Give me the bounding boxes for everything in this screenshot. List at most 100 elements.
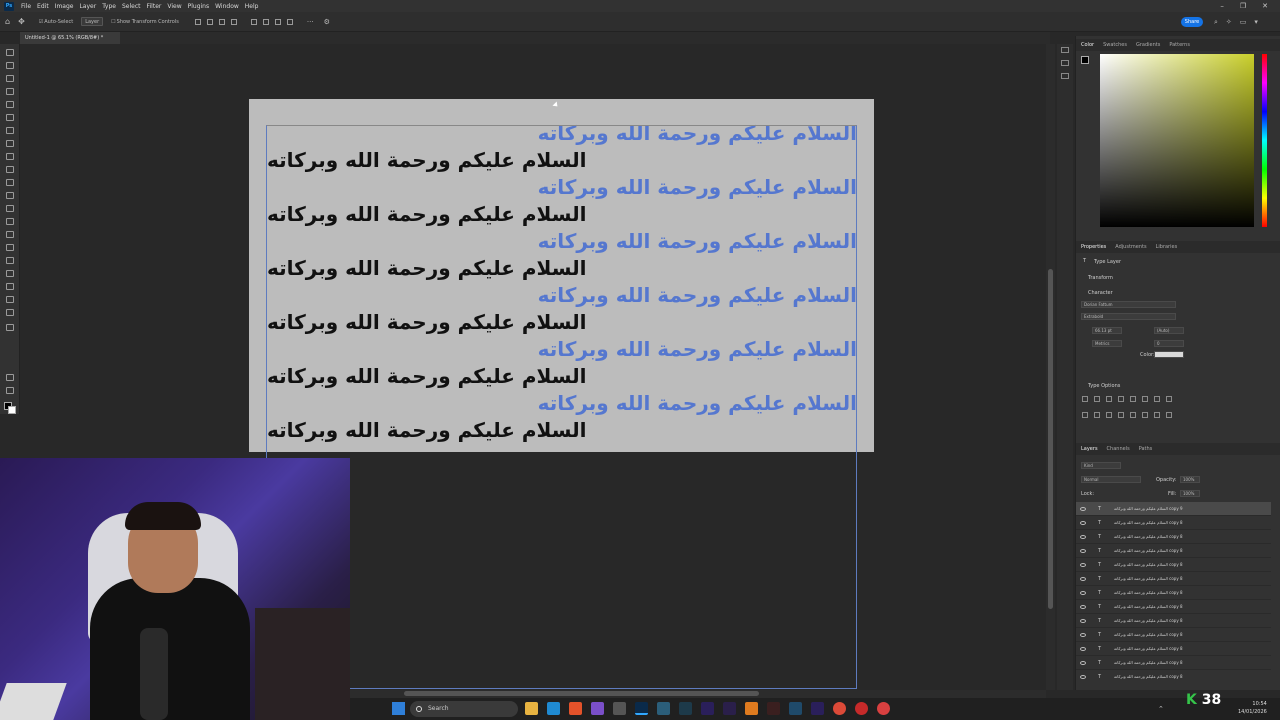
close-icon[interactable]: ✕ [1262,2,1268,10]
background-color-swatch[interactable] [8,406,16,414]
move-tool-icon[interactable]: ✥ [18,17,25,26]
gear-icon[interactable]: ⚙ [324,18,330,26]
tab-properties[interactable]: Properties [1081,244,1106,250]
eye-icon[interactable] [1080,675,1086,679]
tab-layers[interactable]: Layers [1081,446,1098,452]
type-option-icon[interactable] [1154,396,1160,402]
menu-select[interactable]: Select [119,3,144,10]
eye-icon[interactable] [1080,521,1086,525]
align-top-icon[interactable] [250,18,257,25]
layer-row[interactable]: T السلام عليكم ورحمة الله وبركاته copy 8 [1076,558,1271,572]
lasso-tool-icon[interactable] [6,75,14,82]
align-left-icon[interactable] [194,18,201,25]
tab-color[interactable]: Color [1081,42,1094,48]
blend-mode-select[interactable]: Normal [1081,476,1141,483]
menu-type[interactable]: Type [99,3,119,10]
menu-image[interactable]: Image [52,3,77,10]
kerning-field[interactable]: Metrics [1092,340,1122,347]
distribute-vertical-icon[interactable] [286,18,293,25]
layer-row[interactable]: T السلام عليكم ورحمة الله وبركاته copy 8 [1076,670,1271,682]
rectangle-tool-icon[interactable] [6,283,14,290]
layer-filter-select[interactable]: Kind [1081,462,1121,469]
scrollbar-thumb[interactable] [404,691,759,696]
layer-row[interactable]: T السلام عليكم ورحمة الله وبركاته copy 8 [1076,516,1271,530]
quick-mask-icon[interactable] [6,374,14,381]
eye-icon[interactable] [1080,619,1086,623]
move-tool-icon[interactable] [6,49,14,56]
type-option-icon[interactable] [1082,412,1088,418]
windows-start-icon[interactable] [392,702,405,715]
character-section-label[interactable]: Character [1088,290,1113,296]
media-encoder-icon[interactable] [723,702,736,715]
menu-layer[interactable]: Layer [76,3,99,10]
app-icon[interactable] [789,702,802,715]
eye-icon[interactable] [1080,605,1086,609]
canvas-text-line[interactable]: السلام عليكم ورحمة الله وبركاته [538,229,857,253]
pen-tool-icon[interactable] [6,244,14,251]
type-option-icon[interactable] [1166,396,1172,402]
show-transform-checkbox[interactable]: ☐ [111,19,115,25]
app-icon[interactable] [657,702,670,715]
crop-tool-icon[interactable] [6,101,14,108]
eye-icon[interactable] [1080,633,1086,637]
font-size-field[interactable]: 66.13 pt [1092,327,1122,334]
eye-icon[interactable] [1080,647,1086,651]
chrome-icon[interactable] [833,702,846,715]
align-right-icon[interactable] [218,18,225,25]
hand-tool-icon[interactable] [6,296,14,303]
type-option-icon[interactable] [1142,412,1148,418]
type-option-icon[interactable] [1094,412,1100,418]
zoom-tool-icon[interactable] [6,309,14,316]
canvas-text-line[interactable]: السلام عليكم ورحمة الله وبركاته [267,418,586,442]
canvas-text-line[interactable]: السلام عليكم ورحمة الله وبركاته [538,175,857,199]
clone-stamp-tool-icon[interactable] [6,166,14,173]
screen-mode-icon[interactable] [6,387,14,394]
layer-row[interactable]: T السلام عليكم ورحمة الله وبركاته copy 8 [1076,600,1271,614]
menu-file[interactable]: File [18,3,34,10]
type-option-icon[interactable] [1094,396,1100,402]
eraser-tool-icon[interactable] [6,192,14,199]
foreground-color-chip[interactable] [1081,56,1089,64]
layer-row[interactable]: T السلام عليكم ورحمة الله وبركاته copy 8 [1076,586,1271,600]
layer-row[interactable]: T السلام عليكم ورحمة الله وبركاته copy 8 [1076,530,1271,544]
tab-libraries[interactable]: Libraries [1156,244,1178,250]
more-options-icon[interactable]: ··· [307,18,314,26]
app-icon[interactable] [877,702,890,715]
calculator-icon[interactable] [613,702,626,715]
photoshop-app-icon[interactable] [635,702,648,715]
text-color-swatch[interactable] [1154,351,1184,358]
fill-field[interactable]: 100% [1180,490,1200,497]
canvas-text-line[interactable]: السلام عليكم ورحمة الله وبركاته [538,337,857,361]
canvas-text-line[interactable]: السلام عليكم ورحمة الله وبركاته [267,364,586,388]
path-selection-tool-icon[interactable] [6,270,14,277]
align-middle-icon[interactable] [262,18,269,25]
share-button[interactable]: Share [1181,17,1203,27]
align-center-icon[interactable] [206,18,213,25]
canvas-text-line[interactable]: السلام عليكم ورحمة الله وبركاته [538,283,857,307]
menu-edit[interactable]: Edit [34,3,52,10]
transform-section-label[interactable]: Transform [1088,275,1113,281]
type-option-icon[interactable] [1142,396,1148,402]
tab-channels[interactable]: Channels [1107,446,1130,452]
layer-row[interactable]: T السلام عليكم ورحمة الله وبركاته copy 8 [1076,628,1271,642]
minimize-icon[interactable]: – [1220,2,1224,10]
type-option-icon[interactable] [1118,412,1124,418]
font-family-select[interactable]: Dorian Fattum [1081,301,1176,308]
eye-icon[interactable] [1080,535,1086,539]
eye-icon[interactable] [1080,591,1086,595]
canvas-text-line[interactable]: السلام عليكم ورحمة الله وبركاته [267,256,586,280]
blender-icon[interactable] [745,702,758,715]
layer-row[interactable]: T السلام عليكم ورحمة الله وبركاته copy 8 [1076,656,1271,670]
menu-plugins[interactable]: Plugins [185,3,213,10]
tab-patterns[interactable]: Patterns [1169,42,1190,48]
tray-overflow-icon[interactable]: ⌃ [1158,705,1164,713]
audition-icon[interactable] [679,702,692,715]
auto-select-checkbox[interactable]: ☑ [39,19,43,25]
brush-tool-icon[interactable] [6,153,14,160]
history-panel-icon[interactable] [1061,47,1069,53]
dodge-tool-icon[interactable] [6,231,14,238]
type-option-icon[interactable] [1130,396,1136,402]
type-option-icon[interactable] [1154,412,1160,418]
canvas-text-line[interactable]: السلام عليكم ورحمة الله وبركاته [267,202,586,226]
eye-icon[interactable] [1080,661,1086,665]
